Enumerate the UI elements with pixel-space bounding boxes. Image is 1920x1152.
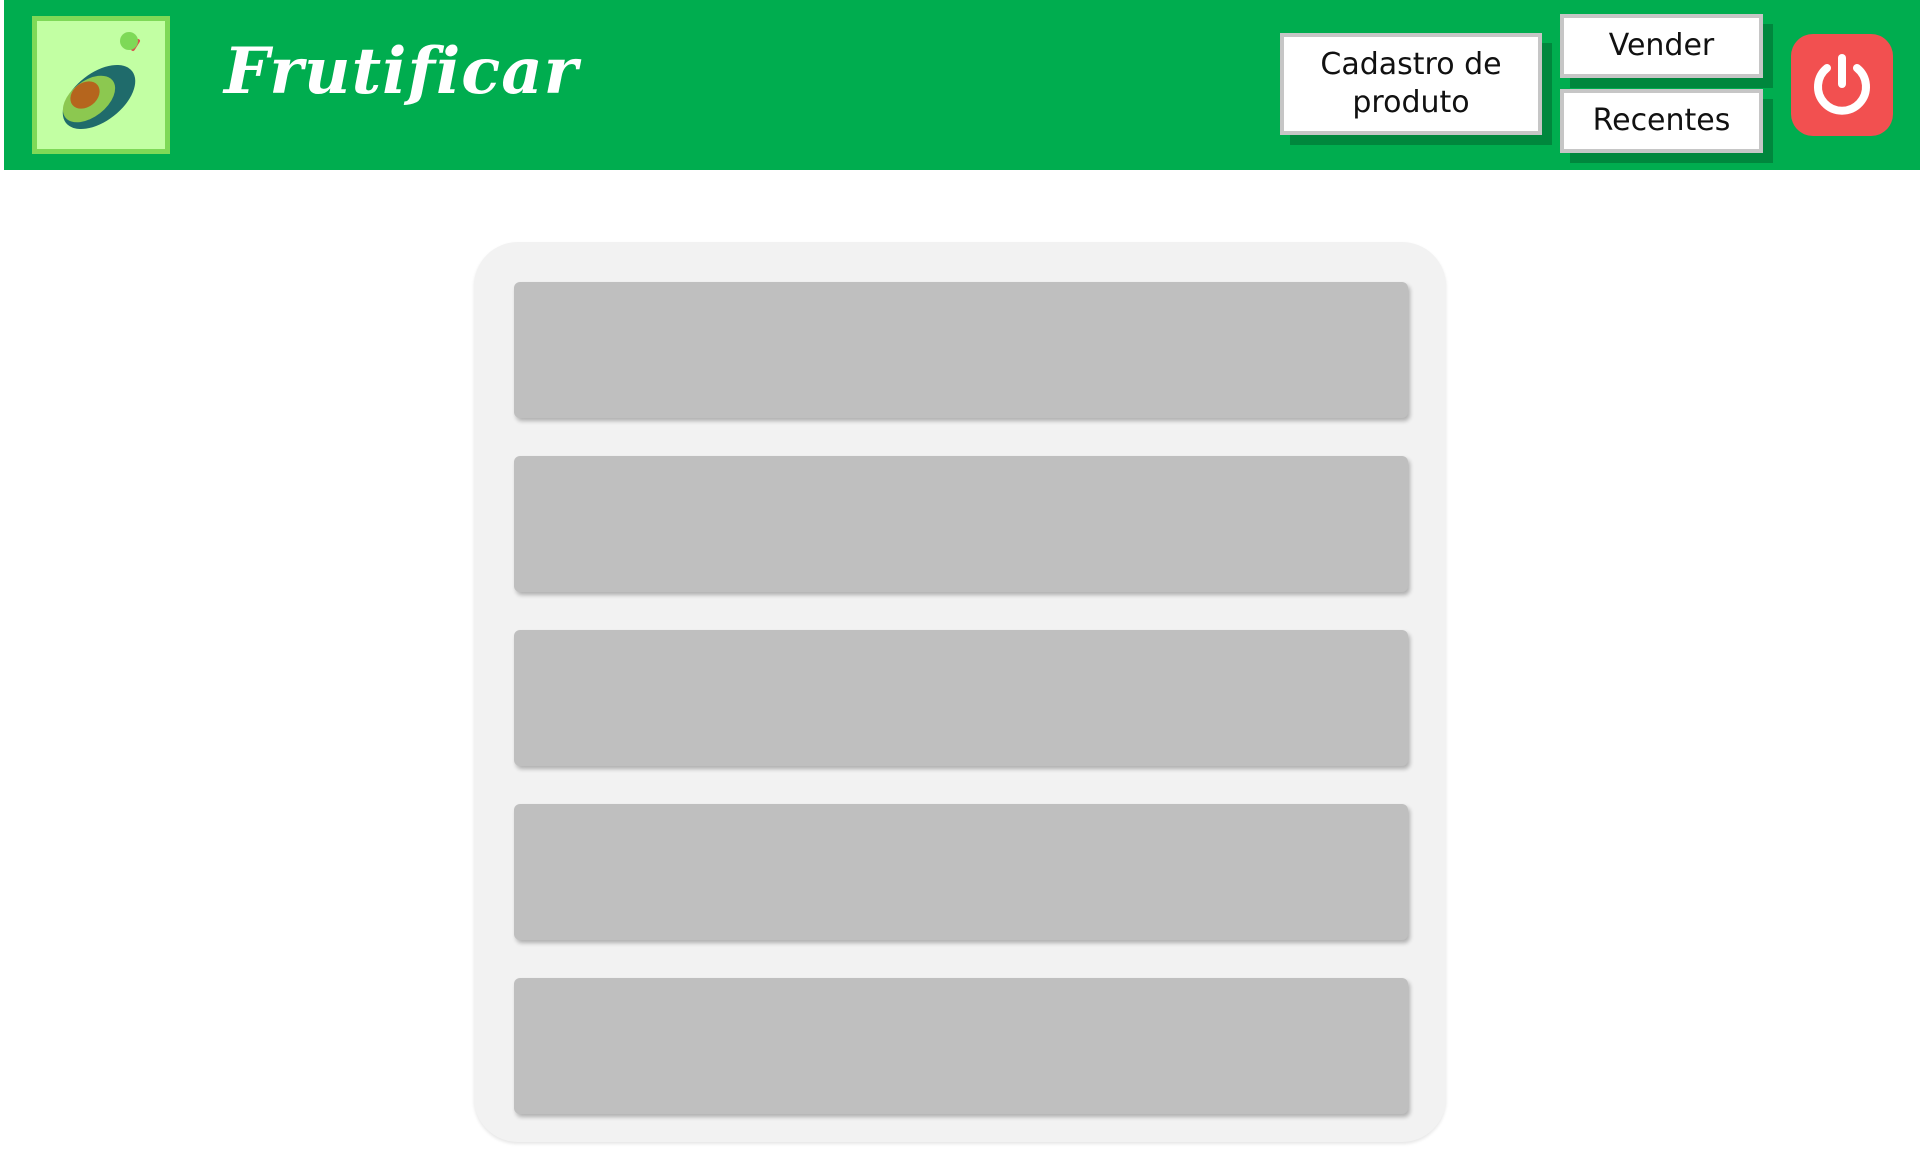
list-item[interactable] xyxy=(514,630,1408,766)
recentes-button[interactable]: Recentes xyxy=(1560,89,1763,153)
list-item[interactable] xyxy=(514,804,1408,940)
avocado-icon xyxy=(62,32,140,130)
cadastro-produto-button[interactable]: Cadastro de produto xyxy=(1280,33,1542,135)
vender-button[interactable]: Vender xyxy=(1560,14,1763,78)
product-list xyxy=(514,282,1408,1152)
logout-button[interactable] xyxy=(1791,34,1893,136)
list-item[interactable] xyxy=(514,282,1408,418)
list-item[interactable] xyxy=(514,978,1408,1114)
power-icon xyxy=(1814,54,1870,115)
app-logo xyxy=(32,16,170,154)
brand-title: Frutificar xyxy=(224,34,579,109)
list-item[interactable] xyxy=(514,456,1408,592)
